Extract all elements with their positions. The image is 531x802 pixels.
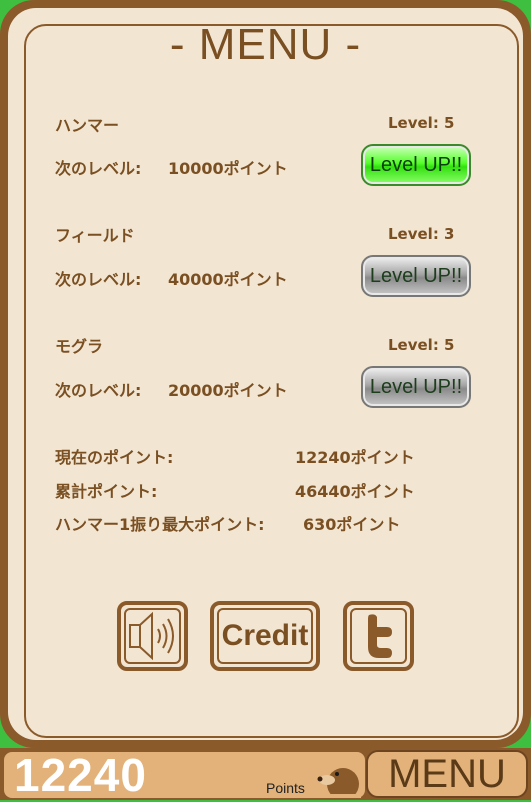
speaker-icon (129, 611, 174, 661)
next-level-cost-field: 40000ポイント (168, 270, 288, 289)
menu-button[interactable]: MENU (366, 750, 528, 798)
upgrade-level-hammer: Level: 5 (388, 114, 455, 132)
upgrade-level-mole: Level: 5 (388, 336, 455, 354)
stat-label-current: 現在のポイント: (55, 448, 174, 467)
upgrade-name-mole: モグラ (55, 337, 104, 356)
twitter-button[interactable] (343, 601, 414, 671)
level-up-button-hammer[interactable]: Level UP!! (361, 144, 471, 186)
stat-value-current: 12240ポイント (295, 448, 415, 467)
credit-button[interactable]: Credit (210, 601, 320, 671)
next-level-label-field: 次のレベル: (55, 270, 142, 289)
twitter-icon (368, 614, 392, 658)
level-up-button-field[interactable]: Level UP!! (361, 255, 471, 297)
next-level-cost-hammer: 10000ポイント (168, 159, 288, 178)
menu-title: - MENU - (169, 20, 362, 69)
sound-button[interactable] (117, 601, 188, 671)
stat-value-total: 46440ポイント (295, 482, 415, 501)
next-level-label-hammer: 次のレベル: (55, 159, 142, 178)
stat-label-max-swing: ハンマー1振り最大ポイント: (55, 515, 265, 534)
upgrade-name-field: フィールド (55, 226, 135, 245)
upgrade-level-field: Level: 3 (388, 225, 455, 243)
stat-label-total: 累計ポイント: (55, 482, 158, 501)
upgrade-name-hammer: ハンマー (55, 116, 120, 135)
credit-label: Credit (221, 619, 309, 652)
next-level-label-mole: 次のレベル: (55, 381, 142, 400)
next-level-cost-mole: 20000ポイント (168, 381, 288, 400)
level-up-button-mole[interactable]: Level UP!! (361, 366, 471, 408)
score-value: 12240 (14, 749, 147, 801)
mole-icon (313, 768, 361, 798)
stat-value-max-swing: 630ポイント (303, 515, 401, 534)
points-label: Points (266, 780, 305, 796)
